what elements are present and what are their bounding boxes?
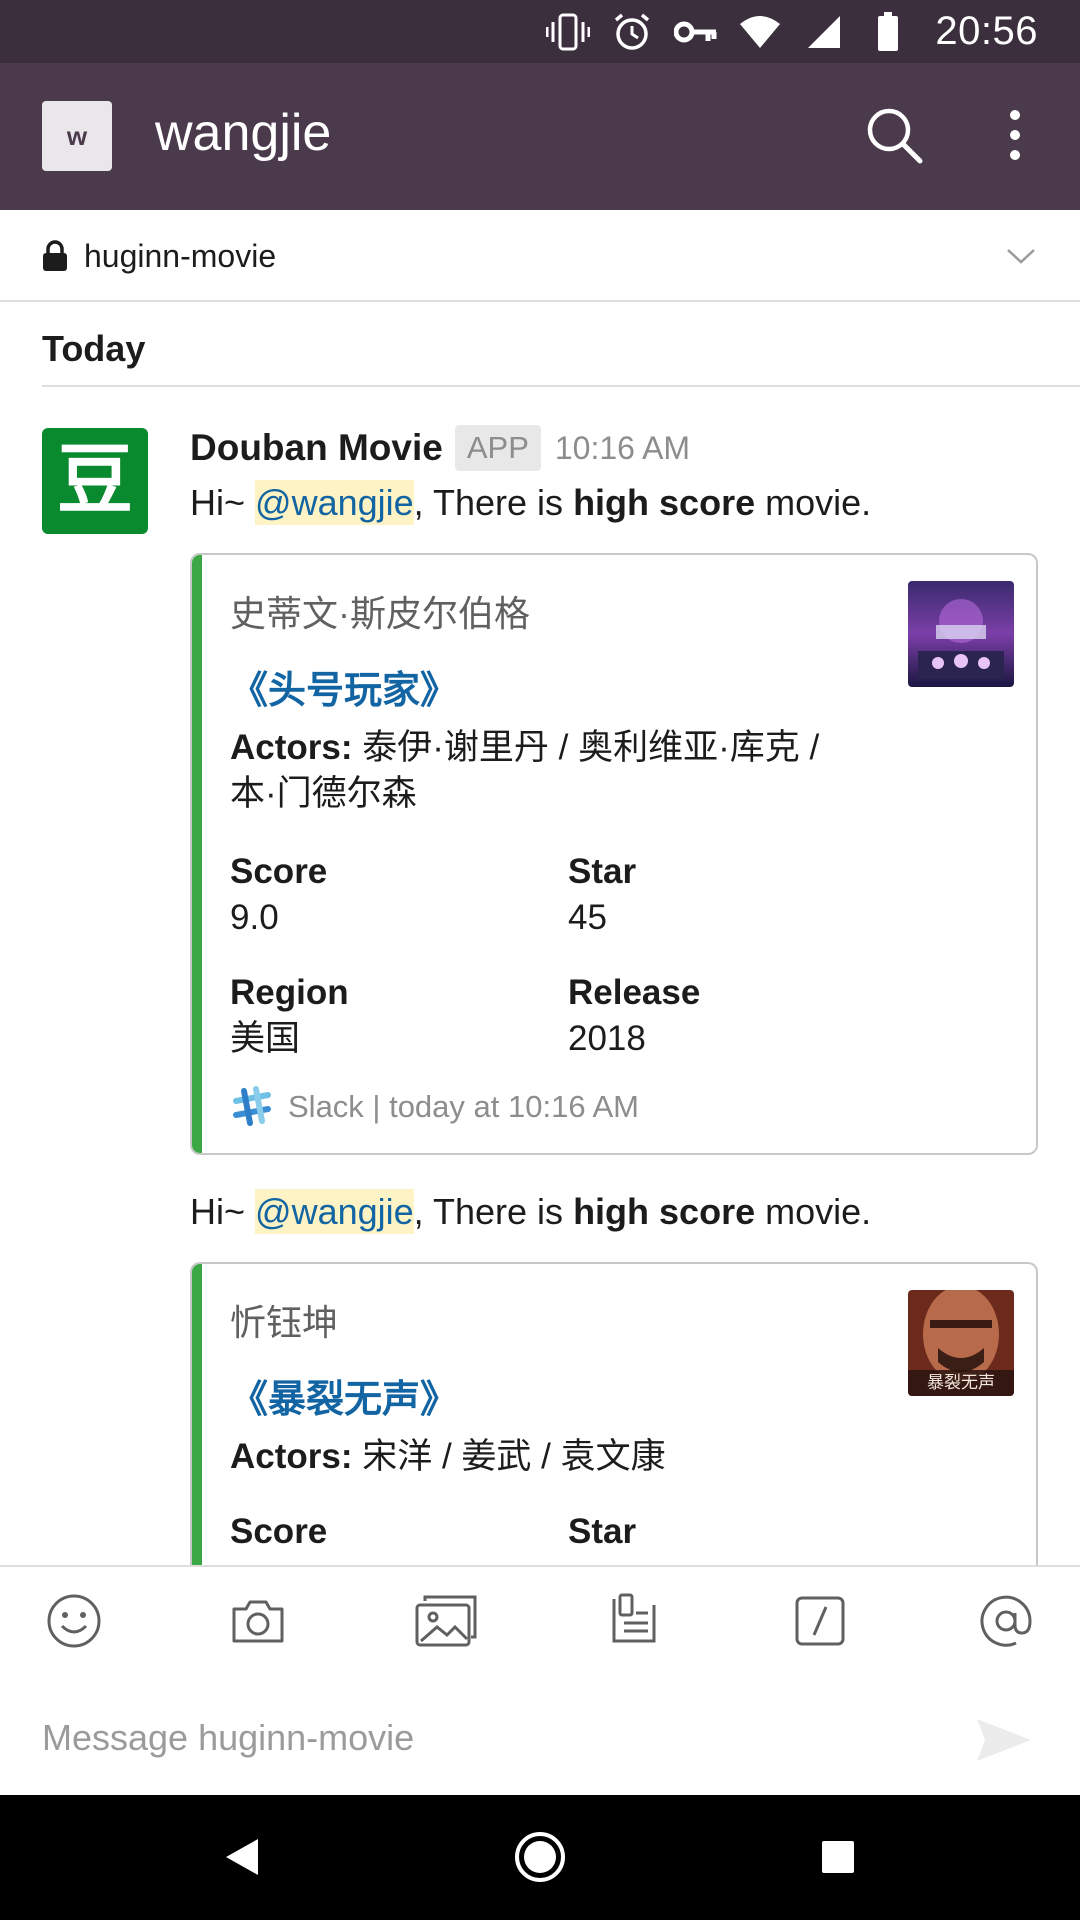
card-accent-bar (192, 555, 202, 1153)
home-icon[interactable] (508, 1825, 572, 1889)
actors-label: Actors: (230, 728, 353, 767)
movie-card[interactable]: 史蒂文·斯皮尔伯格 《头号玩家》 Actors: 泰伊·谢里丹 / 奥利维亚·库… (190, 553, 1038, 1155)
field-label: Region (230, 973, 349, 1012)
chevron-down-icon[interactable] (1005, 245, 1037, 267)
wifi-icon (737, 9, 783, 55)
field-star: Star 45 (568, 849, 636, 941)
signal-icon (801, 9, 847, 55)
message-text-part: movie. (755, 482, 872, 523)
key-icon (673, 9, 719, 55)
field-value: 美国 (230, 1019, 301, 1058)
app-badge: APP (454, 425, 541, 471)
card-title-link[interactable]: 《暴裂无声》 (230, 1368, 458, 1423)
field-region: Region 美国 (230, 970, 349, 1062)
message-bold-text: high score (573, 482, 756, 523)
greeting-text: Hi~ (190, 1191, 256, 1232)
message-bold-text: high score (573, 1191, 756, 1232)
greeting-text: Hi~ (190, 482, 256, 523)
message-text: Hi~ @wangjie, There is high score movie. (190, 1189, 872, 1234)
emoji-icon[interactable] (44, 1591, 104, 1651)
card-author: 史蒂文·斯皮尔伯格 (230, 593, 530, 634)
field-star: Star (568, 1509, 636, 1555)
send-icon[interactable] (975, 1715, 1033, 1765)
actors-label: Actors: (230, 1437, 353, 1476)
avatar-glyph: 豆 (57, 436, 133, 524)
alarm-icon (609, 9, 655, 55)
sender-name[interactable]: Douban Movie (190, 427, 443, 469)
message-header: Douban Movie APP 10:16 AM (190, 425, 690, 471)
field-label: Star (568, 1512, 637, 1551)
actors-value: 本·门德尔森 (230, 774, 417, 813)
field-value: 45 (568, 898, 607, 937)
field-score: Score (230, 1509, 327, 1555)
slash-command-icon[interactable] (790, 1591, 850, 1651)
message-text: Hi~ @wangjie, There is high score movie. (190, 480, 872, 525)
clock-time: 20:56 (935, 9, 1038, 53)
battery-icon (865, 9, 911, 55)
search-icon[interactable] (862, 103, 926, 167)
recents-icon[interactable] (806, 1825, 870, 1889)
message-text-part: movie. (755, 1191, 872, 1232)
vibrate-icon (545, 9, 591, 55)
message-composer: Message huginn-movie (0, 1565, 1080, 1795)
card-author: 忻钰坤 (230, 1302, 339, 1343)
card-actors: Actors: 宋洋 / 姜武 / 袁文康 (230, 1434, 890, 1480)
workspace-name[interactable]: wangjie (155, 103, 331, 163)
field-label: Score (230, 1512, 328, 1551)
field-value: 9.0 (230, 898, 279, 937)
message-time[interactable]: 10:16 AM (555, 430, 690, 467)
poster-title-text: 暴裂无声 (927, 1373, 995, 1393)
movie-poster-thumbnail[interactable] (908, 581, 1014, 687)
actors-value: 宋洋 / 姜武 / 袁文康 (352, 1437, 666, 1476)
slack-icon (230, 1085, 274, 1129)
card-actors: Actors: 泰伊·谢里丹 / 奥利维亚·库克 / 本·门德尔森 (230, 725, 890, 817)
card-title-link[interactable]: 《头号玩家》 (230, 659, 458, 714)
message-text-part: , There is (413, 1191, 574, 1232)
field-score: Score 9.0 (230, 849, 327, 941)
message-text-part: , There is (413, 482, 574, 523)
card-footer-text: Slack | today at 10:16 AM (288, 1089, 639, 1124)
actors-value: 泰伊·谢里丹 / 奥利维亚·库克 / (352, 728, 820, 767)
day-divider: Today (42, 302, 1080, 387)
message-input[interactable]: Message huginn-movie (42, 1717, 414, 1759)
field-label: Star (568, 852, 637, 891)
field-release: Release 2018 (568, 970, 700, 1062)
sender-avatar[interactable]: 豆 (42, 428, 148, 534)
back-icon[interactable] (210, 1825, 274, 1889)
app-bar: w wangjie (0, 63, 1080, 210)
card-footer: Slack | today at 10:16 AM (230, 1085, 639, 1129)
field-label: Release (568, 973, 701, 1012)
files-icon[interactable] (604, 1591, 664, 1651)
channel-header[interactable]: huginn-movie (0, 210, 1080, 302)
system-nav-bar (0, 1795, 1080, 1920)
at-mention-icon[interactable] (976, 1591, 1036, 1651)
status-bar: 20:56 (0, 0, 1080, 63)
day-divider-label: Today (42, 328, 146, 369)
user-mention[interactable]: @wangjie (255, 1189, 414, 1234)
user-mention[interactable]: @wangjie (255, 480, 414, 525)
field-value: 2018 (568, 1019, 646, 1058)
movie-poster-thumbnail[interactable]: 暴裂无声 (908, 1290, 1014, 1396)
camera-icon[interactable] (228, 1591, 288, 1651)
gallery-icon[interactable] (413, 1591, 479, 1651)
workspace-avatar[interactable]: w (42, 101, 112, 171)
lock-icon (42, 240, 68, 272)
channel-name: huginn-movie (84, 238, 277, 274)
field-label: Score (230, 852, 328, 891)
more-vert-icon[interactable] (995, 103, 1035, 167)
